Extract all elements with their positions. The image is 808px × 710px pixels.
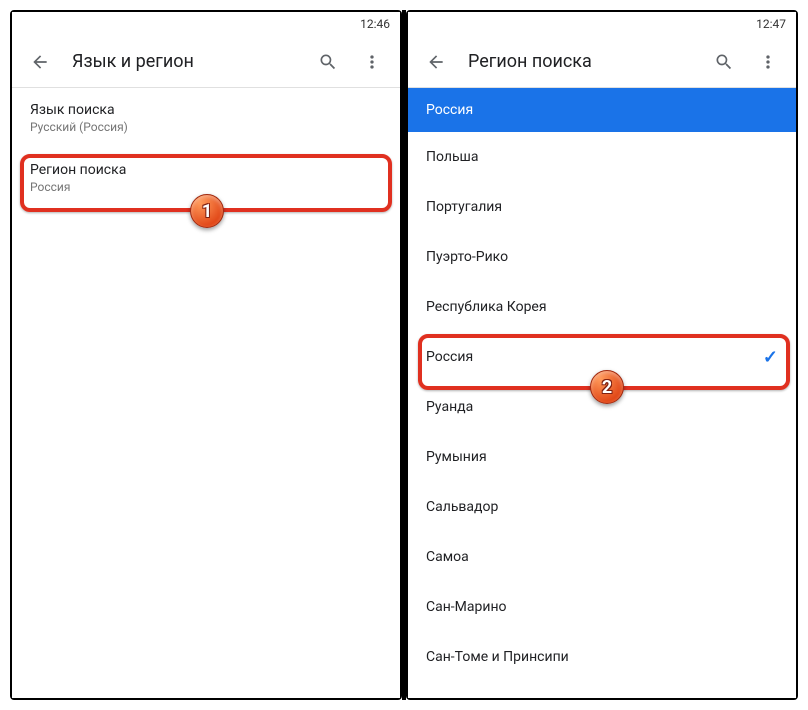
region-name: Сан-Томе и Принсипи — [426, 649, 569, 665]
region-name: Сальвадор — [426, 499, 498, 515]
status-bar: 12:46 — [12, 12, 400, 36]
page-title: Язык и регион — [64, 51, 304, 72]
back-icon[interactable] — [20, 42, 60, 82]
page-title: Регион поиска — [460, 51, 700, 72]
search-icon[interactable] — [704, 42, 744, 82]
region-row[interactable]: Саудовская Аравия — [408, 682, 796, 698]
row-title: Язык поиска — [30, 102, 382, 118]
region-row[interactable]: Португалия — [408, 182, 796, 232]
status-bar: 12:47 — [408, 12, 796, 36]
back-icon[interactable] — [416, 42, 456, 82]
region-name: Польша — [426, 149, 479, 165]
region-name: Португалия — [426, 199, 502, 215]
search-icon[interactable] — [308, 42, 348, 82]
callout-badge-1: 1 — [190, 194, 224, 228]
clock: 12:46 — [360, 17, 390, 31]
region-row[interactable]: Сан-Марино — [408, 582, 796, 632]
search-language-row[interactable]: Язык поиска Русский (Россия) — [12, 88, 400, 148]
region-name: Республика Корея — [426, 299, 547, 315]
region-name: Руанда — [426, 399, 473, 415]
app-bar: Регион поиска — [408, 36, 796, 88]
region-name: Россия — [426, 349, 473, 365]
selected-region-header[interactable]: Россия — [408, 88, 796, 132]
region-name: Румыния — [426, 449, 487, 465]
screen-language-region: 12:46 Язык и регион Язык поиска Русский … — [12, 12, 400, 698]
region-name: Пуэрто-Рико — [426, 249, 508, 265]
screen-region-select: 12:47 Регион поиска Россия Польша Португа… — [408, 12, 796, 698]
row-title: Регион поиска — [30, 162, 382, 178]
row-subtitle: Россия — [30, 180, 382, 194]
more-icon[interactable] — [352, 42, 392, 82]
callout-badge-2: 2 — [590, 370, 624, 404]
row-subtitle: Русский (Россия) — [30, 120, 382, 134]
region-row[interactable]: Польша — [408, 132, 796, 182]
region-row[interactable]: Сан-Томе и Принсипи — [408, 632, 796, 682]
region-row[interactable]: Самоа — [408, 532, 796, 582]
checkmark-icon: ✓ — [763, 347, 778, 368]
more-icon[interactable] — [748, 42, 788, 82]
region-name: Самоа — [426, 549, 469, 565]
region-name: Сан-Марино — [426, 599, 507, 615]
region-row[interactable]: Сальвадор — [408, 482, 796, 532]
clock: 12:47 — [756, 17, 786, 31]
region-row[interactable]: Республика Корея — [408, 282, 796, 332]
settings-list: Язык поиска Русский (Россия) Регион поис… — [12, 88, 400, 698]
app-bar: Язык и регион — [12, 36, 400, 88]
region-row[interactable]: Румыния — [408, 432, 796, 482]
region-row[interactable]: Пуэрто-Рико — [408, 232, 796, 282]
